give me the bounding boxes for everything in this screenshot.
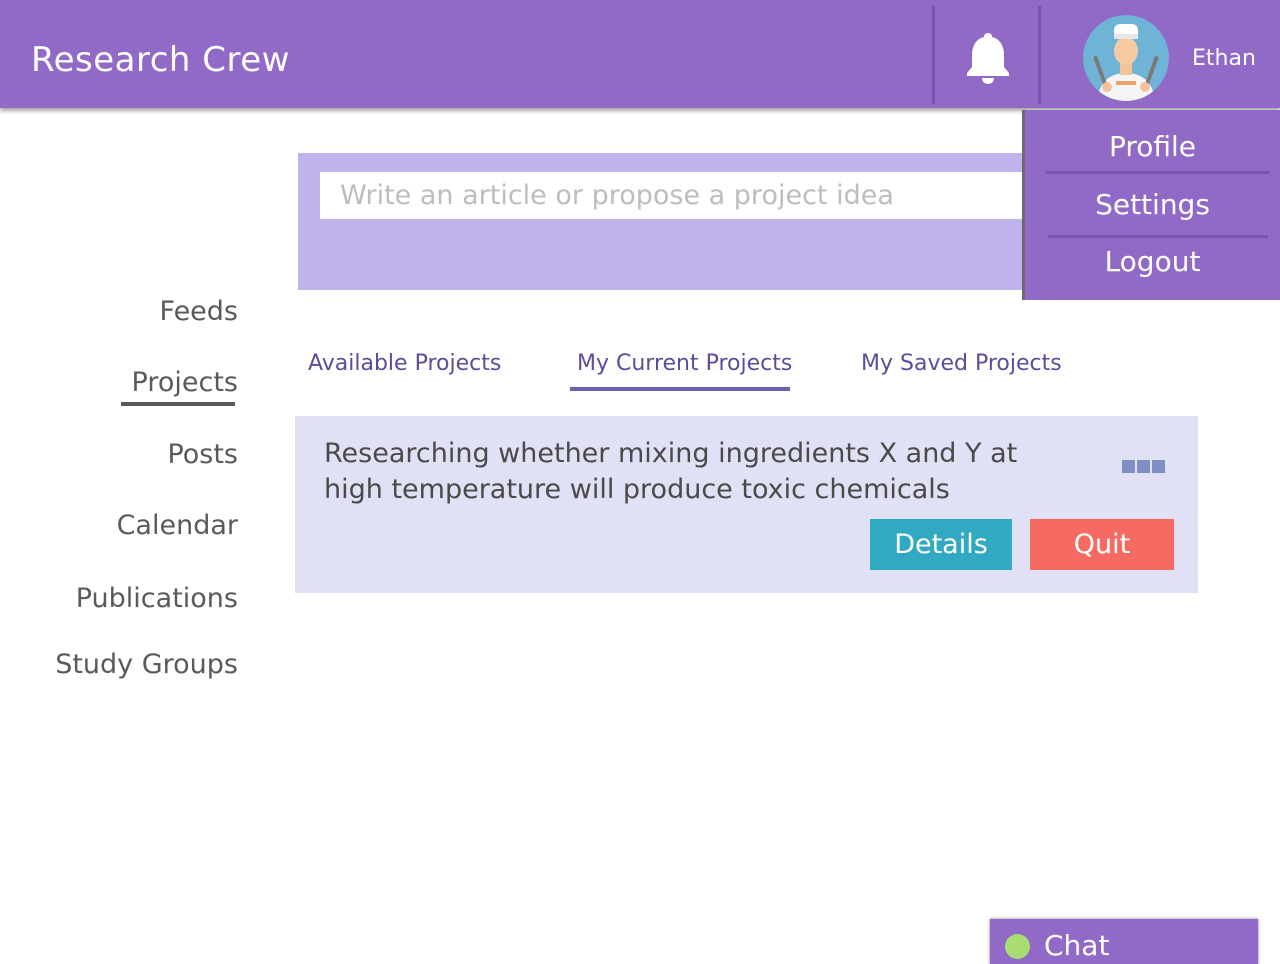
- chat-label: Chat: [1044, 929, 1110, 962]
- nav-item-publications[interactable]: Publications: [76, 582, 238, 616]
- menu-item-logout[interactable]: Logout: [1025, 244, 1280, 280]
- tab-my-current-projects[interactable]: My Current Projects: [577, 350, 792, 378]
- chat-widget[interactable]: Chat: [990, 919, 1258, 964]
- project-card: Researching whether mixing ingredients X…: [295, 416, 1198, 593]
- user-avatar[interactable]: [1083, 15, 1169, 101]
- nav-item-feeds[interactable]: Feeds: [160, 295, 238, 329]
- quit-button[interactable]: Quit: [1030, 519, 1174, 570]
- header-divider: [932, 6, 935, 104]
- project-title: Researching whether mixing ingredients X…: [324, 438, 1018, 505]
- menu-item-settings[interactable]: Settings: [1025, 187, 1280, 223]
- details-button[interactable]: Details: [870, 519, 1012, 570]
- nav-item-projects[interactable]: Projects: [132, 366, 238, 400]
- app-header: Research Crew Ethan: [0, 0, 1280, 108]
- user-menu: Profile Settings Logout: [1022, 110, 1280, 300]
- nav-item-posts[interactable]: Posts: [167, 438, 238, 472]
- online-status-icon: [1005, 934, 1030, 959]
- more-options-icon[interactable]: [1122, 458, 1172, 473]
- user-name[interactable]: Ethan: [1192, 46, 1256, 72]
- bell-icon[interactable]: [964, 31, 1012, 85]
- nav-item-study-groups[interactable]: Study Groups: [55, 648, 238, 682]
- nav-item-calendar[interactable]: Calendar: [117, 509, 238, 543]
- menu-divider: [1046, 171, 1270, 174]
- tab-available-projects[interactable]: Available Projects: [308, 350, 501, 378]
- header-divider: [1038, 6, 1041, 104]
- menu-item-profile[interactable]: Profile: [1025, 129, 1280, 165]
- app-title[interactable]: Research Crew: [31, 38, 290, 82]
- post-composer: [298, 153, 1060, 290]
- menu-divider: [1048, 235, 1268, 238]
- tab-my-saved-projects[interactable]: My Saved Projects: [861, 350, 1062, 378]
- nav-active-indicator: [121, 402, 235, 406]
- tab-active-indicator: [570, 387, 790, 391]
- composer-input[interactable]: [320, 172, 1060, 219]
